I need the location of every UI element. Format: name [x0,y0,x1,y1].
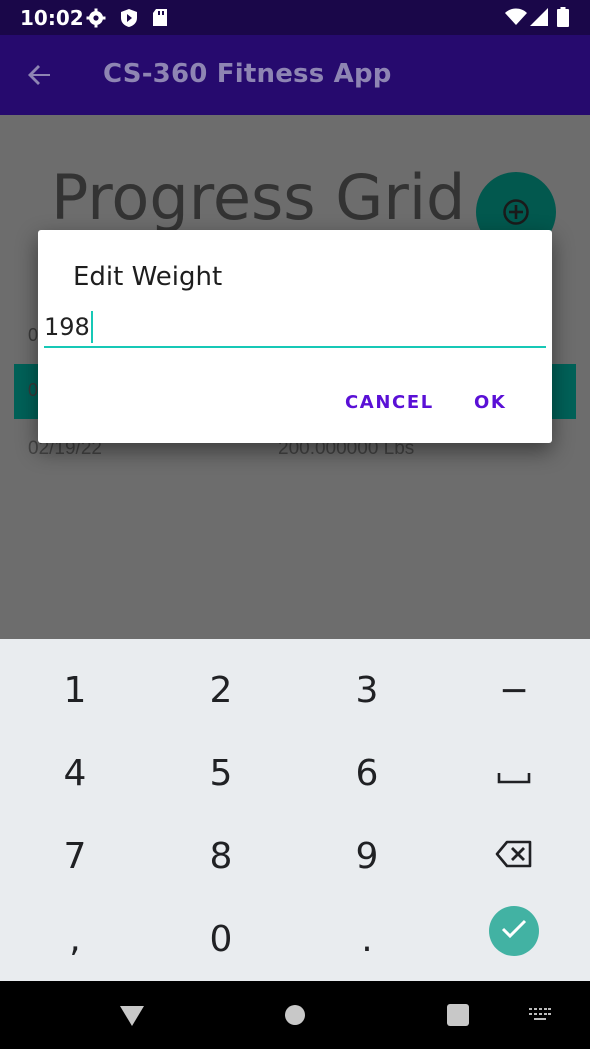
weight-input-value: 198 [44,313,90,341]
keyboard-switch-icon[interactable] [528,1007,552,1028]
done-key[interactable] [489,906,539,956]
key-7[interactable]: 7 [2,815,148,898]
done-check-icon [501,919,527,944]
key-4[interactable]: 4 [2,732,148,815]
key-9[interactable]: 9 [294,815,440,898]
settings-icon [86,8,106,33]
key-0[interactable]: 0 [148,898,294,981]
back-triangle-icon[interactable] [119,1005,145,1032]
system-nav-bar [0,981,590,1049]
add-circle-icon [502,198,530,231]
dialog-title: Edit Weight [73,262,223,292]
key-6[interactable]: 6 [294,732,440,815]
weight-input[interactable]: 198 [44,308,546,348]
edit-weight-dialog: Edit Weight 198 CANCEL OK [38,230,552,443]
status-time: 10:02 [20,6,84,30]
row-fragment: 0 [28,380,39,400]
ok-button[interactable]: OK [474,392,506,413]
cell-signal-icon [530,8,548,31]
numeric-keyboard: 1 2 3 − 4 5 6 7 8 9 , 0 . [0,639,590,981]
page-title: Progress Grid [51,161,466,234]
key-minus[interactable]: − [441,649,587,732]
sd-card-icon [152,8,168,32]
key-5[interactable]: 5 [148,732,294,815]
space-icon [497,753,531,794]
key-period[interactable]: . [294,898,440,981]
cancel-button[interactable]: CANCEL [345,392,434,413]
key-3[interactable]: 3 [294,649,440,732]
shield-icon [120,8,138,33]
key-8[interactable]: 8 [148,815,294,898]
backspace-icon [495,836,533,877]
home-circle-icon[interactable] [284,1004,306,1031]
arrow-back-icon[interactable] [26,61,54,89]
key-1[interactable]: 1 [2,649,148,732]
key-backspace[interactable] [441,815,587,898]
key-comma[interactable]: , [2,898,148,981]
app-bar: CS-360 Fitness App [0,35,590,115]
recents-square-icon[interactable] [447,1004,469,1031]
wifi-icon [505,8,527,31]
status-bar: 10:02 [0,0,590,35]
battery-icon [557,7,569,32]
text-caret [90,311,93,343]
key-space[interactable] [441,732,587,815]
row-fragment: 0 [28,325,39,345]
app-title: CS-360 Fitness App [103,59,392,89]
key-2[interactable]: 2 [148,649,294,732]
